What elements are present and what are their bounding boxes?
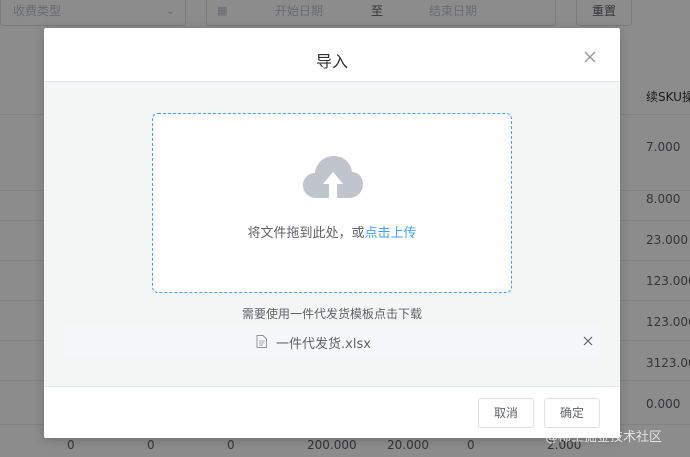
document-icon <box>256 335 267 348</box>
close-icon[interactable] <box>583 50 597 64</box>
upload-dropzone[interactable]: 将文件拖到此处，或点击上传 <box>152 113 512 293</box>
upload-instruction: 将文件拖到此处，或点击上传 <box>153 222 511 241</box>
click-upload-link[interactable]: 点击上传 <box>365 226 417 241</box>
watermark: @稀土掘金技术社区 <box>545 430 663 445</box>
dialog-footer: 取消 确定 <box>44 386 620 438</box>
cancel-button[interactable]: 取消 <box>478 398 534 428</box>
import-dialog: 导入 将文件拖到此处，或点击上传 需要使用一件代发货模板点击下载 一件代发货.x… <box>44 28 620 438</box>
upload-cloud-icon <box>303 156 363 198</box>
file-name[interactable]: 一件代发货.xlsx <box>276 333 371 352</box>
upload-text-prefix: 将文件拖到此处，或 <box>247 226 365 241</box>
uploaded-file-item[interactable]: 一件代发货.xlsx <box>64 327 600 357</box>
template-download-tip[interactable]: 需要使用一件代发货模板点击下载 <box>44 305 620 322</box>
dialog-body: 将文件拖到此处，或点击上传 需要使用一件代发货模板点击下载 一件代发货.xlsx <box>44 82 620 386</box>
remove-file-icon[interactable] <box>583 336 593 346</box>
dialog-title: 导入 <box>315 52 348 71</box>
confirm-button[interactable]: 确定 <box>544 398 600 428</box>
dialog-header: 导入 <box>44 28 620 82</box>
